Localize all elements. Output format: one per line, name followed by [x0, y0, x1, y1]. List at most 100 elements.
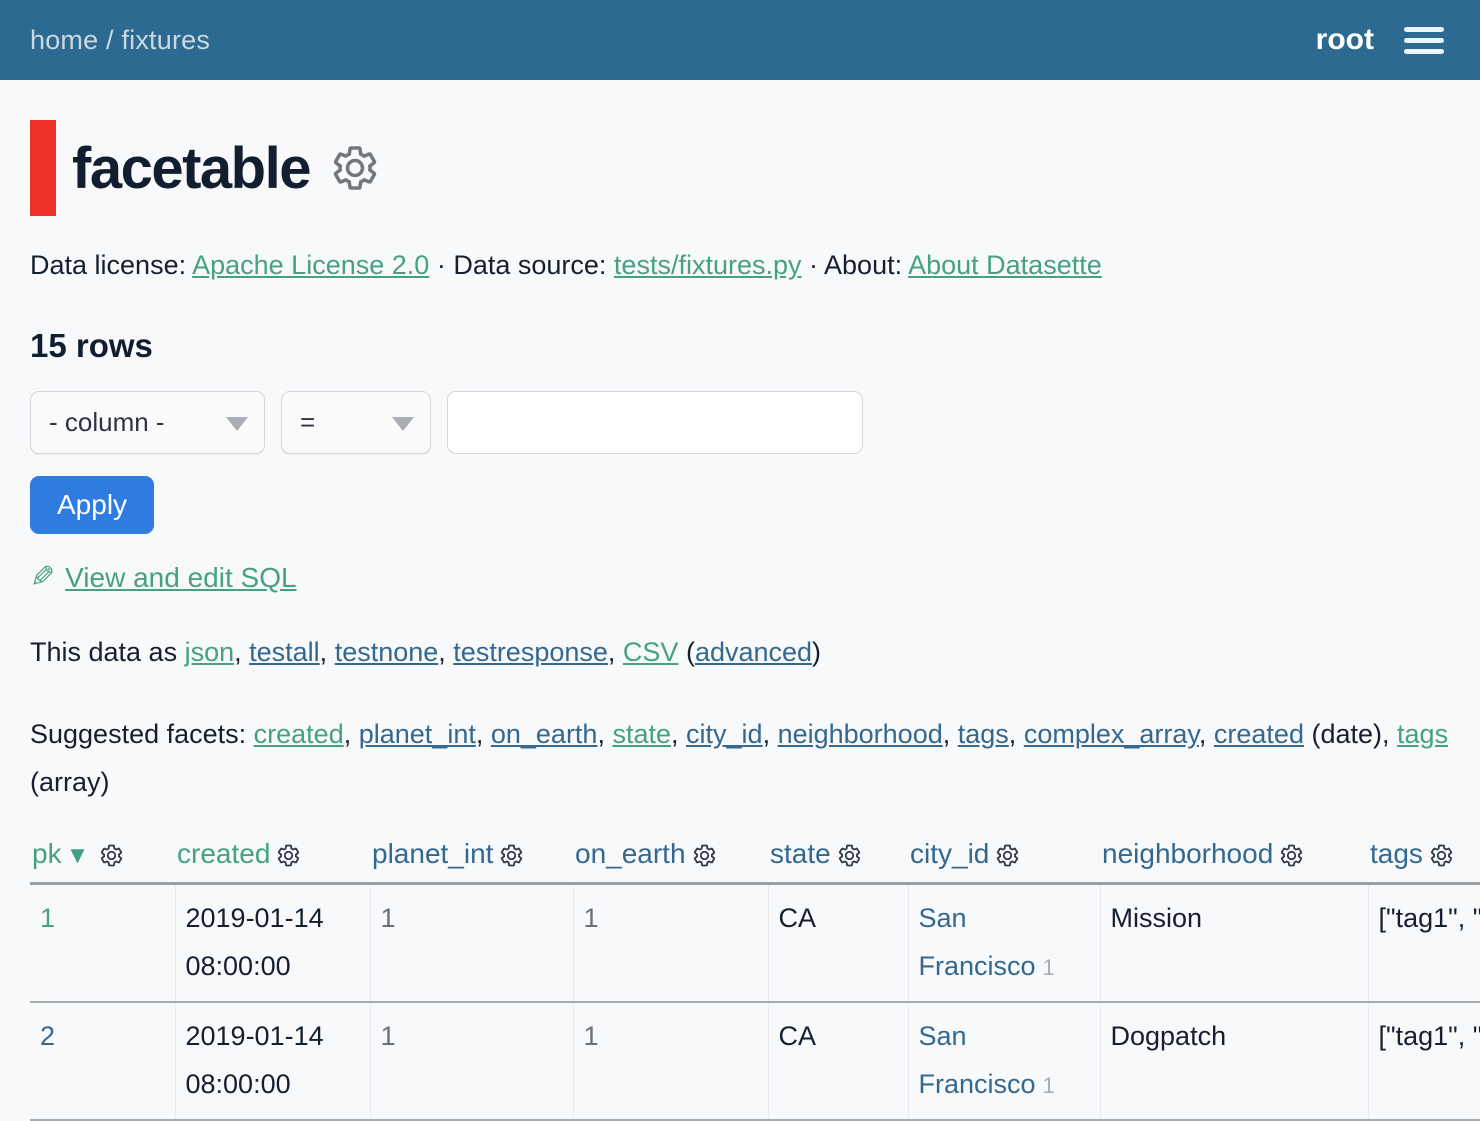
facet-link-on_earth[interactable]: on_earth [491, 719, 598, 749]
breadcrumb-current-link[interactable]: fixtures [121, 25, 210, 55]
state-value-cell: CA [768, 884, 908, 1003]
on-earth-value-cell: 1 [573, 1002, 768, 1120]
planet-int-value-cell: 1 [370, 1002, 573, 1120]
gear-icon[interactable] [276, 843, 301, 868]
source-link[interactable]: tests/fixtures.py [614, 250, 802, 280]
accent-bar [30, 120, 56, 216]
planet-int-value-cell: 1 [370, 884, 573, 1003]
table-header-row: pk▼createdplanet_inton_earthstatecity_id… [30, 834, 1480, 884]
gear-icon[interactable] [1429, 843, 1454, 868]
export-link-json[interactable]: json [185, 637, 235, 667]
sort-desc-icon: ▼ [66, 842, 90, 869]
created-value: 2019-01-14 08:00:00 [186, 903, 324, 981]
column-header-on_earth: on_earth [573, 834, 768, 884]
created-value: 2019-01-14 08:00:00 [186, 1021, 324, 1099]
gear-icon[interactable] [499, 843, 524, 868]
on-earth-value: 1 [584, 1021, 599, 1051]
column-header-link-city_id[interactable]: city_id [910, 838, 989, 869]
gear-icon[interactable] [1279, 843, 1304, 868]
tags-value-cell: ["tag1", "tag3"] [1368, 1002, 1480, 1120]
planet-int-value: 1 [381, 1021, 396, 1051]
facet-count-badge: 1 [1043, 955, 1055, 980]
gear-icon[interactable] [692, 843, 717, 868]
city-link-cell: San Francisco 1 [908, 884, 1100, 1003]
facet-link-tags[interactable]: tags [1397, 719, 1448, 749]
gear-icon[interactable] [99, 843, 124, 868]
pk-link[interactable]: 1 [40, 903, 55, 933]
table-row: 2 2019-01-14 08:00:00 1 1 CASan Francisco1 Do… [30, 1002, 1480, 1120]
license-link[interactable]: Apache License 2.0 [192, 250, 429, 280]
export-link-CSV[interactable]: CSV [623, 637, 679, 667]
source-label: Data source: [453, 250, 606, 280]
facets-line: Suggested facets: created, planet_int, o… [30, 710, 1450, 806]
facets-prefix: Suggested facets: [30, 719, 254, 749]
planet-int-value: 1 [381, 903, 396, 933]
column-header-link-pk[interactable]: pk [32, 838, 62, 869]
facet-link-state[interactable]: state [612, 719, 671, 749]
logged-in-user[interactable]: root [1316, 23, 1374, 57]
gear-icon[interactable] [837, 843, 862, 868]
column-header-state: state [768, 834, 908, 884]
row-count-heading: 15 rows [30, 327, 1450, 365]
facet-link-tags[interactable]: tags [958, 719, 1009, 749]
pk-link[interactable]: 2 [40, 1021, 55, 1051]
column-header-pk: pk▼ [30, 834, 175, 884]
pk-link-cell: 1 [30, 884, 175, 1003]
neighborhood-value: Dogpatch [1111, 1021, 1227, 1051]
page-title: facetable [72, 135, 310, 202]
city-link[interactable]: San Francisco [919, 1021, 1036, 1099]
tags-value: ["tag1", "tag3"] [1379, 1021, 1480, 1051]
menu-icon[interactable] [1404, 27, 1444, 54]
license-label: Data license: [30, 250, 186, 280]
pk-link-cell: 2 [30, 1002, 175, 1120]
column-header-link-neighborhood[interactable]: neighborhood [1102, 838, 1273, 869]
column-select[interactable]: - column - [30, 391, 265, 454]
facet-link-city_id[interactable]: city_id [686, 719, 763, 749]
breadcrumb: home / fixtures [30, 25, 210, 56]
column-header-planet_int: planet_int [370, 834, 573, 884]
chevron-down-icon [392, 417, 414, 431]
apply-button[interactable]: Apply [30, 476, 154, 534]
facet-link-neighborhood[interactable]: neighborhood [778, 719, 943, 749]
column-header-city_id: city_id [908, 834, 1100, 884]
state-value-cell: CA [768, 1002, 908, 1120]
operator-select[interactable]: = [281, 391, 431, 454]
export-link-testnone[interactable]: testnone [335, 637, 439, 667]
table-settings-gear-icon[interactable] [330, 143, 380, 193]
tags-value: ["tag1", "tag2"] [1379, 903, 1480, 933]
export-link-advanced[interactable]: advanced [695, 637, 812, 667]
created-value-cell: 2019-01-14 08:00:00 [175, 884, 370, 1003]
top-navbar: home / fixtures root [0, 0, 1480, 80]
breadcrumb-home-link[interactable]: home [30, 25, 98, 55]
about-link[interactable]: About Datasette [908, 250, 1102, 280]
facet-link-created[interactable]: created [1214, 719, 1304, 749]
column-header-link-state[interactable]: state [770, 838, 831, 869]
export-prefix: This data as [30, 637, 185, 667]
column-header-link-created[interactable]: created [177, 838, 270, 869]
facet-link-created[interactable]: created [254, 719, 344, 749]
rows-table-wrapper: pk▼createdplanet_inton_earthstatecity_id… [30, 834, 1480, 1121]
metadata-line: Data license: Apache License 2.0 · Data … [30, 250, 1450, 281]
export-link-testall[interactable]: testall [249, 637, 320, 667]
column-header-created: created [175, 834, 370, 884]
view-edit-sql-link[interactable]: View and edit SQL [65, 562, 296, 594]
column-header-link-on_earth[interactable]: on_earth [575, 838, 686, 869]
facet-link-planet_int[interactable]: planet_int [359, 719, 476, 749]
neighborhood-value-cell: Dogpatch [1100, 1002, 1368, 1120]
on-earth-value-cell: 1 [573, 884, 768, 1003]
city-link[interactable]: San Francisco [919, 903, 1036, 981]
filter-value-input[interactable] [447, 391, 863, 454]
export-link-testresponse[interactable]: testresponse [453, 637, 608, 667]
separator-dot: · [809, 250, 818, 280]
facet-link-complex_array[interactable]: complex_array [1024, 719, 1199, 749]
column-header-link-tags[interactable]: tags [1370, 838, 1423, 869]
city-link-cell: San Francisco1 [908, 1002, 1100, 1120]
chevron-down-icon [226, 417, 248, 431]
column-header-link-planet_int[interactable]: planet_int [372, 838, 493, 869]
column-header-neighborhood: neighborhood [1100, 834, 1368, 884]
tags-value-cell: ["tag1", "tag2"] [1368, 884, 1480, 1003]
separator-dot: · [437, 250, 446, 280]
about-label: About: [824, 250, 902, 280]
gear-icon[interactable] [995, 843, 1020, 868]
created-value-cell: 2019-01-14 08:00:00 [175, 1002, 370, 1120]
